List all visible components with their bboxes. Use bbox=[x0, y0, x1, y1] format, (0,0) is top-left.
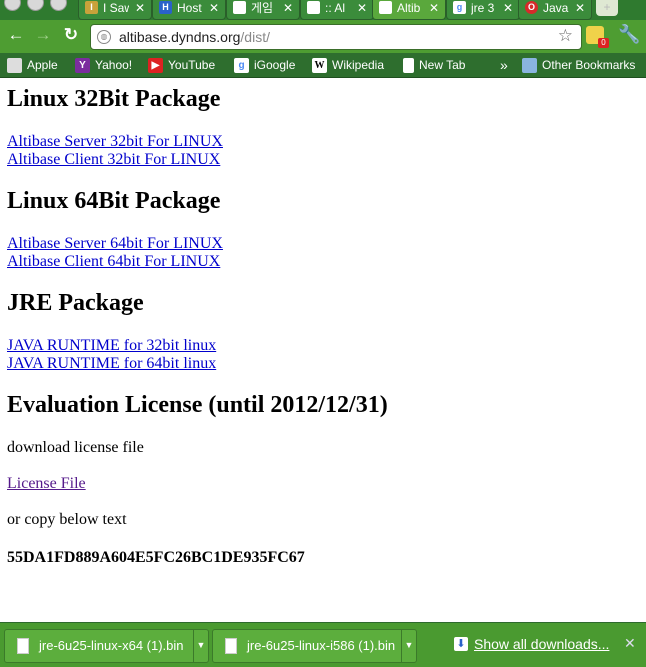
tab-close-icon[interactable]: ✕ bbox=[429, 0, 439, 16]
tab-close-icon[interactable]: ✕ bbox=[283, 0, 293, 16]
bookmark-label: YouTube bbox=[168, 58, 216, 72]
bookmarks-bar: Apple Y Yahoo! ▶ YouTube g iGoogle W Wikiped… bbox=[0, 53, 646, 78]
downloads-shelf: jre-6u25-linux-x64 (1).bin ▼ jre-6u25-li… bbox=[0, 622, 646, 667]
link-altibase-client-64bit[interactable]: Altibase Client 64bit For LINUX bbox=[7, 253, 220, 271]
youtube-icon: ▶ bbox=[148, 58, 163, 74]
reload-button[interactable]: ↻ bbox=[60, 24, 82, 46]
download-license-text: download license file bbox=[7, 439, 144, 456]
bookmark-label: Yahoo! bbox=[95, 58, 133, 72]
back-button[interactable]: ← bbox=[5, 24, 27, 46]
tab-strip: I I Saw ✕ H Host ✕ 게임 ✕ :: Al ✕ Altib ✕ … bbox=[0, 0, 646, 20]
tab-label: jre 3 bbox=[471, 1, 495, 15]
forward-button[interactable]: → bbox=[32, 24, 54, 46]
oracle-icon: O bbox=[525, 1, 538, 14]
close-window-button[interactable] bbox=[4, 0, 21, 11]
tab-altibase-active[interactable]: Altib ✕ bbox=[372, 0, 446, 20]
apple-icon bbox=[7, 58, 22, 74]
new-tab-button[interactable]: + bbox=[596, 0, 618, 16]
heading-evaluation-license: Evaluation License (until 2012/12/31) bbox=[7, 392, 388, 418]
link-java-runtime-32bit[interactable]: JAVA RUNTIME for 32bit linux bbox=[7, 337, 216, 355]
google-icon: g bbox=[453, 1, 466, 14]
download-item[interactable]: jre-6u25-linux-i586 (1).bin ▼ bbox=[212, 629, 417, 663]
link-java-runtime-64bit[interactable]: JAVA RUNTIME for 64bit linux bbox=[7, 355, 216, 373]
tab-page-icon bbox=[307, 1, 320, 14]
close-shelf-icon[interactable]: ✕ bbox=[624, 635, 636, 652]
show-all-downloads-link[interactable]: Show all downloads... bbox=[474, 636, 609, 652]
other-bookmarks-folder[interactable]: Other Bookmarks bbox=[522, 53, 635, 77]
bookmark-yahoo[interactable]: Y Yahoo! bbox=[75, 53, 132, 77]
heading-jre-package: JRE Package bbox=[7, 290, 144, 316]
download-menu-arrow-icon[interactable]: ▼ bbox=[193, 630, 208, 662]
tab-page-icon bbox=[233, 1, 246, 14]
bookmark-igoogle[interactable]: g iGoogle bbox=[234, 53, 295, 77]
link-altibase-server-64bit[interactable]: Altibase Server 64bit For LINUX bbox=[7, 235, 223, 253]
bookmark-label: Apple bbox=[27, 58, 58, 72]
bookmark-apple[interactable]: Apple bbox=[7, 53, 58, 77]
bookmark-label: iGoogle bbox=[254, 58, 296, 72]
globe-icon: ◍ bbox=[97, 30, 111, 44]
download-menu-arrow-icon[interactable]: ▼ bbox=[401, 630, 416, 662]
link-altibase-client-32bit[interactable]: Altibase Client 32bit For LINUX bbox=[7, 151, 220, 169]
toolbar: ← → ↻ ◍ altibase.dyndns.org/dist/ ☆ 0 🔧 bbox=[0, 20, 646, 53]
downloads-icon: ⬇ bbox=[454, 637, 468, 651]
tab-page-icon bbox=[379, 1, 392, 14]
url-path: /dist/ bbox=[240, 29, 270, 45]
url-host: altibase.dyndns.org bbox=[119, 29, 241, 45]
wrench-menu-icon[interactable]: 🔧 bbox=[618, 24, 640, 45]
page-icon bbox=[403, 58, 414, 74]
tab-label: 게임 bbox=[251, 1, 274, 15]
bookmark-wikipedia[interactable]: W Wikipedia bbox=[312, 53, 384, 77]
bookmark-star-icon[interactable]: ☆ bbox=[558, 26, 573, 46]
file-icon bbox=[17, 638, 29, 654]
tab-close-icon[interactable]: ✕ bbox=[209, 0, 219, 16]
tab-label: I Saw bbox=[103, 1, 129, 15]
tab-i-saw[interactable]: I I Saw ✕ bbox=[78, 0, 152, 20]
tab-host[interactable]: H Host ✕ bbox=[152, 0, 226, 20]
tab-java[interactable]: O Java ✕ bbox=[518, 0, 592, 20]
download-item[interactable]: jre-6u25-linux-x64 (1).bin ▼ bbox=[4, 629, 209, 663]
tab-close-icon[interactable]: ✕ bbox=[357, 0, 367, 16]
window-controls bbox=[4, 0, 73, 16]
url-text[interactable]: altibase.dyndns.org/dist/ bbox=[119, 29, 270, 45]
yahoo-icon: Y bbox=[75, 58, 90, 74]
bookmark-label: Wikipedia bbox=[332, 58, 385, 72]
heading-linux-32bit: Linux 32Bit Package bbox=[7, 86, 221, 112]
zoom-window-button[interactable] bbox=[50, 0, 67, 11]
bookmark-new-tab[interactable]: New Tab bbox=[403, 53, 465, 77]
bookmarks-overflow-button[interactable]: » bbox=[500, 53, 508, 77]
download-filename: jre-6u25-linux-i586 (1).bin bbox=[247, 638, 396, 653]
link-altibase-server-32bit[interactable]: Altibase Server 32bit For LINUX bbox=[7, 133, 223, 151]
other-bookmarks-label: Other Bookmarks bbox=[542, 58, 636, 72]
link-license-file[interactable]: License File bbox=[7, 475, 86, 493]
page-content: Linux 32Bit Package Altibase Server 32bi… bbox=[0, 78, 646, 622]
tab-favicon-icon: H bbox=[159, 1, 172, 14]
tab-label: Java bbox=[543, 1, 569, 15]
file-icon bbox=[225, 638, 237, 654]
tab-favicon-icon: I bbox=[85, 1, 98, 14]
minimize-window-button[interactable] bbox=[27, 0, 44, 11]
extension-badge: 0 bbox=[598, 38, 609, 48]
address-bar[interactable]: ◍ altibase.dyndns.org/dist/ ☆ bbox=[90, 24, 582, 50]
heading-linux-64bit: Linux 64Bit Package bbox=[7, 188, 221, 214]
tab-game[interactable]: 게임 ✕ bbox=[226, 0, 300, 20]
tab-jre[interactable]: g jre 3 ✕ bbox=[446, 0, 520, 20]
tab-al[interactable]: :: Al ✕ bbox=[300, 0, 374, 20]
tab-close-icon[interactable]: ✕ bbox=[503, 0, 513, 16]
folder-icon bbox=[522, 58, 537, 74]
copy-below-text: or copy below text bbox=[7, 511, 127, 528]
tab-label: :: Al bbox=[325, 1, 346, 15]
bookmark-label: New Tab bbox=[419, 58, 466, 72]
tab-close-icon[interactable]: ✕ bbox=[135, 0, 145, 16]
license-key: 55DA1FD889A604E5FC26BC1DE935FC67 bbox=[7, 549, 305, 566]
download-filename: jre-6u25-linux-x64 (1).bin bbox=[39, 638, 184, 653]
tab-close-icon[interactable]: ✕ bbox=[575, 0, 585, 16]
igoogle-icon: g bbox=[234, 58, 249, 74]
tab-label: Altib bbox=[397, 1, 421, 15]
tab-label: Host bbox=[177, 1, 202, 15]
wikipedia-icon: W bbox=[312, 58, 327, 74]
bookmark-youtube[interactable]: ▶ YouTube bbox=[148, 53, 215, 77]
